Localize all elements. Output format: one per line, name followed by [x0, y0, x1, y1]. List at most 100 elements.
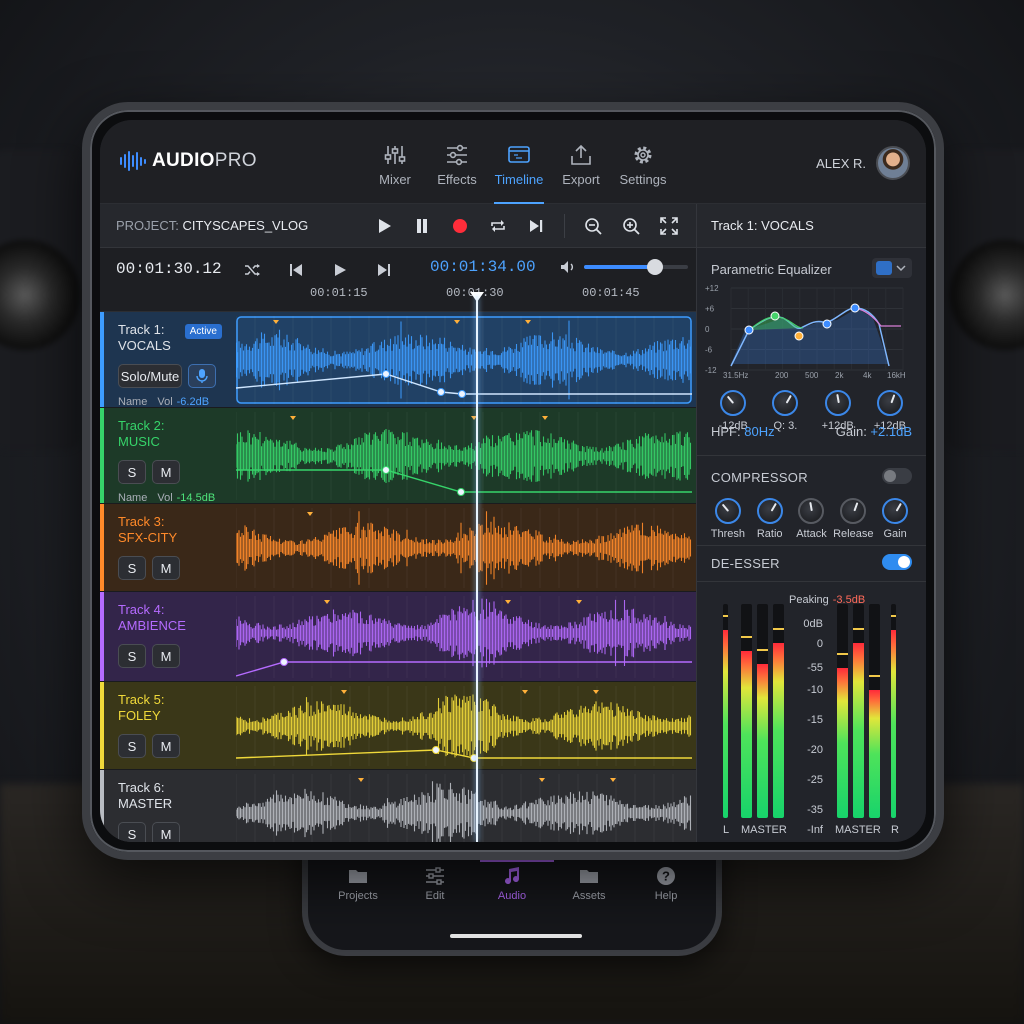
eq-band-handle[interactable] [822, 319, 832, 329]
track-lane[interactable] [236, 508, 692, 588]
skip-back-icon [290, 264, 302, 276]
automation-point[interactable] [280, 658, 288, 666]
knob-dial[interactable] [714, 498, 741, 524]
mute-button[interactable]: M [152, 822, 180, 842]
knob-label: Thresh [710, 528, 746, 540]
zoom-out-icon [585, 218, 602, 235]
eq-band-handle[interactable] [794, 331, 804, 341]
solo-button[interactable]: S [118, 644, 146, 668]
zoom-in-button[interactable] [619, 214, 643, 238]
knob-dial[interactable] [882, 498, 909, 524]
phone-nav-edit[interactable]: Edit [403, 866, 467, 902]
play-button[interactable] [372, 214, 396, 238]
automation-point[interactable] [382, 370, 390, 378]
compressor-knob-attack[interactable]: Attack [791, 498, 833, 540]
track-header[interactable]: Track 6: MASTER S M [100, 770, 230, 842]
track-lane[interactable] [236, 412, 692, 500]
automation-point[interactable] [437, 388, 445, 396]
nav-timeline[interactable]: Timeline [488, 140, 550, 204]
loop-icon [491, 220, 505, 232]
loop-button[interactable] [486, 214, 510, 238]
project-bar: PROJECT: CITYSCAPES_VLOG [100, 204, 696, 248]
solo-button[interactable]: S [118, 460, 146, 484]
skip-back-button[interactable] [284, 258, 308, 282]
track-lane[interactable] [236, 774, 692, 842]
mute-button[interactable]: M [152, 734, 180, 758]
solo-button[interactable]: S [118, 556, 146, 580]
track-header[interactable]: Track 4: AMBIENCE S M [100, 592, 230, 681]
solo-button[interactable]: S [118, 822, 146, 842]
knob-dial[interactable] [840, 498, 867, 524]
level-meter-fill [723, 629, 728, 818]
automation-point[interactable] [382, 466, 390, 474]
track-header[interactable]: Track 2: MUSIC S M Name Vol -14.5dB [100, 408, 230, 504]
nav-settings[interactable]: Settings [612, 140, 674, 200]
record-icon [453, 219, 467, 233]
knob-dial[interactable] [824, 390, 851, 416]
deesser-toggle[interactable] [882, 554, 912, 570]
skip-forward-button[interactable] [524, 214, 548, 238]
automation-point[interactable] [457, 488, 465, 496]
solo-mute-button[interactable]: Solo/Mute [118, 364, 182, 388]
track-header[interactable]: Track 1: VOCALS Active Solo/Mute Name Vol -6.2… [100, 312, 230, 408]
playhead[interactable] [476, 296, 478, 842]
pause-button[interactable] [410, 214, 434, 238]
phone-nav-assets[interactable]: Assets [557, 866, 621, 902]
automation-point[interactable] [458, 390, 466, 398]
zoom-out-button[interactable] [581, 214, 605, 238]
volume-slider[interactable] [584, 259, 688, 275]
phone-nav-audio[interactable]: Audio [480, 866, 544, 902]
knob-dial[interactable] [798, 498, 825, 524]
compressor-knob-thresh[interactable]: Thresh [707, 498, 749, 540]
record-button[interactable] [448, 214, 472, 238]
track-lane[interactable] [236, 596, 692, 678]
tablet-device: AUDIOPRO Mixer Effects Timeline Export S… [82, 102, 944, 860]
knob-dial[interactable] [720, 390, 747, 416]
mute-button[interactable]: M [152, 644, 180, 668]
fit-screen-button[interactable] [657, 214, 681, 238]
time-ruler-bar: 00:01:30.12 00:01:34.00 00:01:15 00:01:4… [100, 248, 696, 312]
compressor-toggle[interactable] [882, 468, 912, 484]
automation-point[interactable] [432, 746, 440, 754]
eq-db-label: +6 [705, 305, 715, 314]
track-lane[interactable] [236, 686, 692, 766]
track-header[interactable]: Track 5: FOLEY S M [100, 682, 230, 769]
mute-button[interactable]: M [152, 460, 180, 484]
skip-next-button[interactable] [372, 258, 396, 282]
nav-effects[interactable]: Effects [426, 140, 488, 200]
phone-nav-help[interactable]: ? Help [634, 866, 698, 902]
compressor-knob-row: Thresh Ratio Attack Release Gain [697, 498, 926, 540]
mixer-sliders-icon [384, 146, 406, 164]
eq-options-button[interactable] [872, 258, 912, 278]
compressor-knob-gain[interactable]: Gain [874, 498, 916, 540]
cue-marker-icon [522, 690, 528, 694]
knob-dial[interactable] [876, 390, 903, 416]
timeline-play-button[interactable] [328, 258, 352, 282]
avatar [876, 146, 910, 180]
nav-mixer[interactable]: Mixer [364, 140, 426, 200]
volume-slider-thumb[interactable] [646, 259, 663, 275]
compressor-knob-ratio[interactable]: Ratio [749, 498, 791, 540]
record-arm-button[interactable] [188, 364, 216, 388]
eq-curve-graph[interactable]: +12 +6 0 -6 -12 31.5Hz 200 500 2k 4k 16kHz [705, 284, 905, 380]
track-row: Track 2: MUSIC S M Name Vol -14.5dB [100, 408, 696, 504]
eq-band-handle[interactable] [850, 303, 860, 313]
compressor-knob-release[interactable]: Release [832, 498, 874, 540]
level-meter-fill [837, 668, 848, 818]
track-header[interactable]: Track 3: SFX-CITY S M [100, 504, 230, 591]
timeline-icon [508, 146, 530, 163]
eq-band-handle[interactable] [744, 325, 754, 335]
user-profile[interactable]: ALEX R. [816, 146, 910, 180]
track-lane[interactable] [236, 316, 692, 404]
knob-dial[interactable] [772, 390, 799, 416]
mute-button[interactable]: M [152, 556, 180, 580]
top-bar: AUDIOPRO Mixer Effects Timeline Export S… [100, 120, 926, 204]
solo-button[interactable]: S [118, 734, 146, 758]
phone-nav-projects[interactable]: Projects [326, 866, 390, 902]
cue-marker-icon [324, 600, 330, 604]
knob-dial[interactable] [756, 498, 783, 524]
eq-band-handle[interactable] [770, 311, 780, 321]
shuffle-button[interactable] [240, 258, 264, 282]
level-meter-fill [869, 689, 880, 818]
nav-export[interactable]: Export [550, 140, 612, 200]
